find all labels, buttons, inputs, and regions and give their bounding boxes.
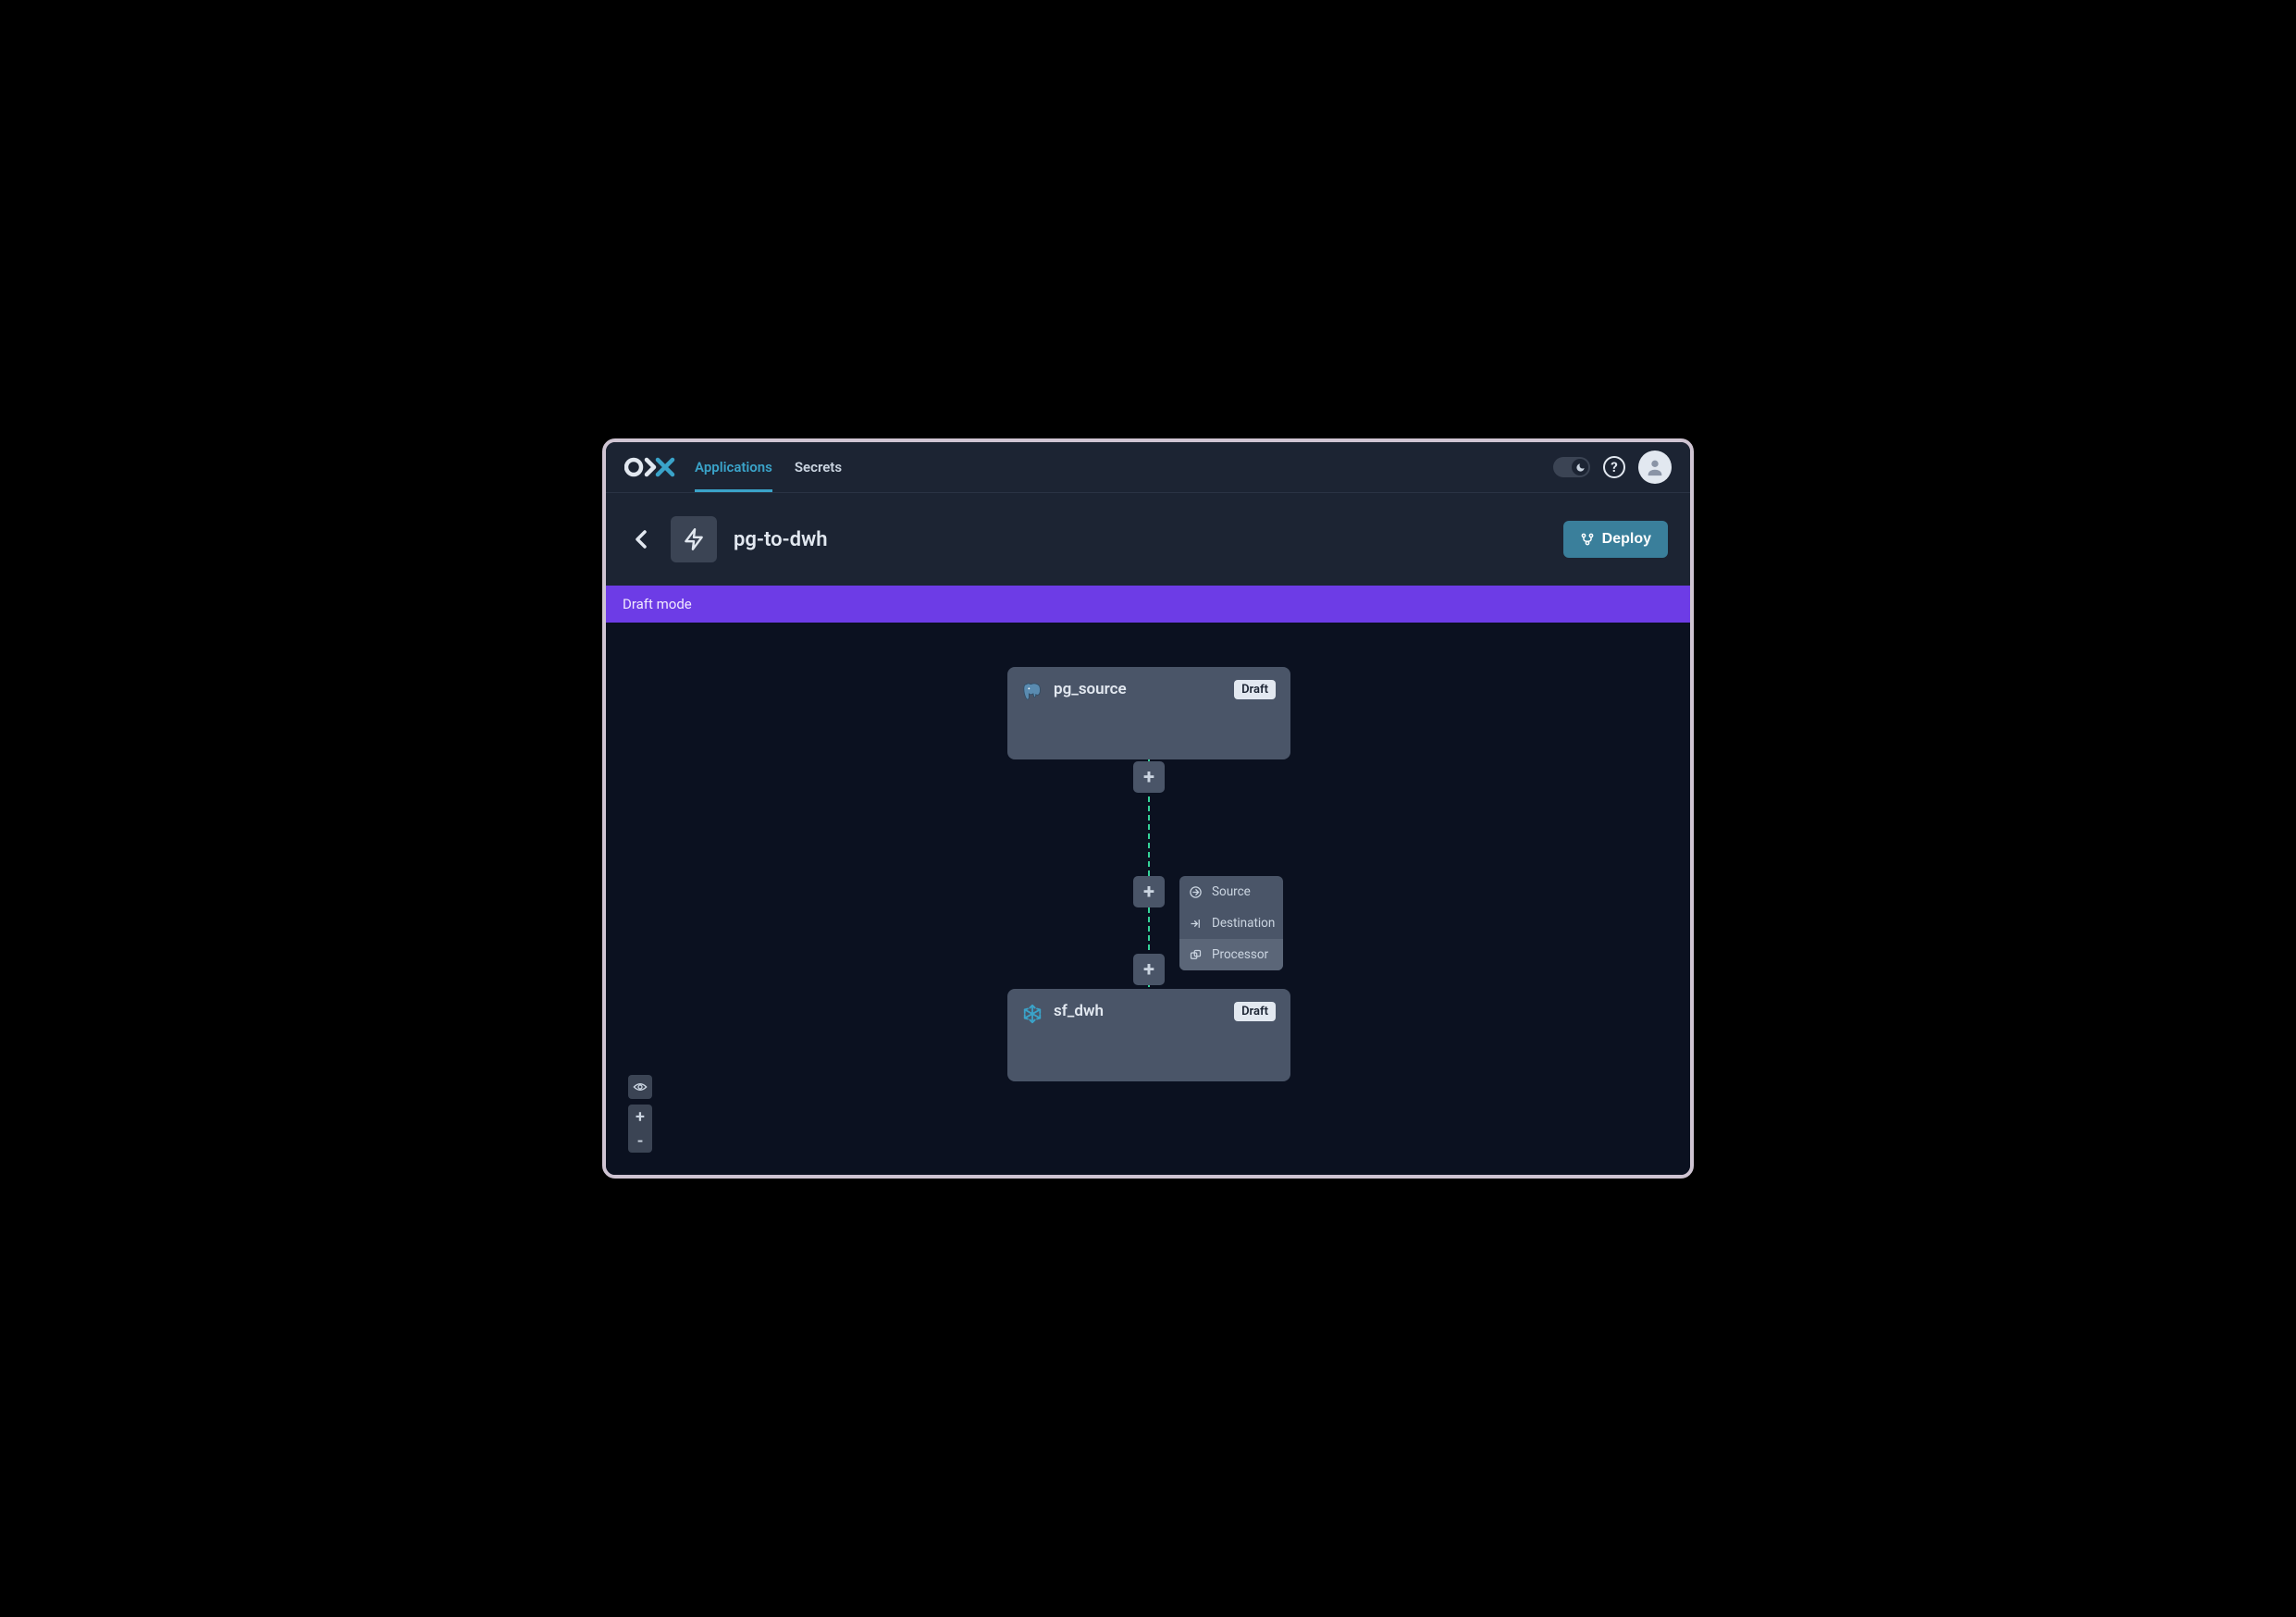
menu-label: Source	[1212, 884, 1251, 899]
source-icon	[1189, 885, 1203, 899]
page-header: pg-to-dwh Deploy	[606, 493, 1690, 586]
help-icon[interactable]: ?	[1603, 456, 1625, 478]
moon-icon	[1572, 459, 1588, 475]
status-badge: Draft	[1234, 680, 1276, 699]
processor-icon	[1189, 948, 1203, 962]
deploy-icon	[1580, 532, 1595, 547]
draft-banner: Draft mode	[606, 586, 1690, 623]
menu-label: Processor	[1212, 947, 1268, 962]
view-controls: + -	[628, 1075, 652, 1153]
avatar[interactable]	[1638, 451, 1672, 484]
snowflake-icon	[1022, 1004, 1043, 1024]
add-node-button[interactable]: +	[1133, 761, 1165, 793]
add-node-button[interactable]: +	[1133, 876, 1165, 907]
node-title: sf_dwh	[1054, 1002, 1223, 1020]
destination-icon	[1189, 917, 1203, 931]
node-title: pg_source	[1054, 680, 1223, 698]
zoom-in-button[interactable]: +	[628, 1105, 652, 1129]
eye-icon	[633, 1081, 648, 1092]
deploy-button[interactable]: Deploy	[1563, 521, 1668, 558]
node-pg-source[interactable]: pg_source Draft	[1007, 667, 1290, 759]
nav-tab-applications[interactable]: Applications	[695, 442, 772, 492]
menu-label: Destination	[1212, 916, 1275, 931]
postgres-icon	[1022, 682, 1043, 702]
topbar-right: ?	[1553, 451, 1672, 484]
theme-toggle[interactable]	[1553, 457, 1590, 477]
fit-view-button[interactable]	[628, 1075, 652, 1099]
nav-tab-secrets[interactable]: Secrets	[795, 442, 842, 492]
menu-item-source[interactable]: Source	[1179, 876, 1283, 907]
menu-item-processor[interactable]: Processor	[1179, 939, 1283, 970]
app-window: Applications Secrets ? pg-t	[602, 438, 1694, 1179]
logo[interactable]	[624, 455, 678, 479]
status-badge: Draft	[1234, 1002, 1276, 1021]
add-node-menu: Source Destination Processor	[1179, 876, 1283, 970]
topbar: Applications Secrets ?	[606, 442, 1690, 493]
zoom-out-button[interactable]: -	[628, 1129, 652, 1153]
menu-item-destination[interactable]: Destination	[1179, 907, 1283, 939]
page-title: pg-to-dwh	[734, 528, 828, 551]
pipeline-canvas[interactable]: pg_source Draft + + Source Destination	[606, 623, 1690, 1175]
zoom-controls: + -	[628, 1105, 652, 1153]
add-node-button[interactable]: +	[1133, 954, 1165, 985]
lightning-icon	[682, 527, 706, 551]
deploy-label: Deploy	[1602, 531, 1651, 548]
node-sf-dwh[interactable]: sf_dwh Draft	[1007, 989, 1290, 1081]
nav-tabs: Applications Secrets	[695, 442, 842, 492]
app-icon	[671, 516, 717, 562]
back-button[interactable]	[628, 526, 654, 552]
chevron-left-icon	[635, 530, 648, 549]
